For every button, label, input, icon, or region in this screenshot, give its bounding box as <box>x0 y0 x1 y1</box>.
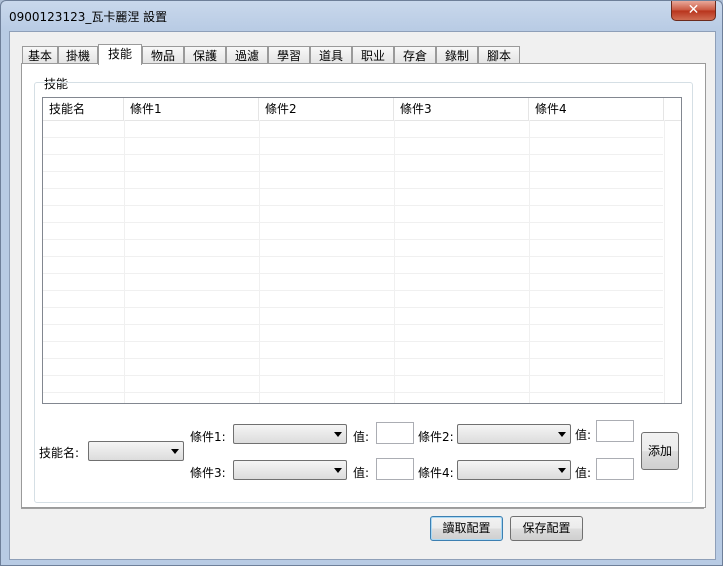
skills-tab-panel: 技能 技能名 條件1 條件2 條件3 條件4 技能名: 條件1: 值: 條件2:… <box>21 63 706 508</box>
column-skill-name[interactable]: 技能名 <box>43 98 124 120</box>
value-4-label: 值: <box>575 466 592 480</box>
value-1-label: 值: <box>353 430 370 444</box>
skill-name-label: 技能名: <box>39 446 80 460</box>
tab-script[interactable]: 腳本 <box>478 46 520 64</box>
tab-storage[interactable]: 存倉 <box>394 46 436 64</box>
skills-list-header: 技能名 條件1 條件2 條件3 條件4 <box>43 98 681 121</box>
list-item <box>43 358 663 376</box>
skill-name-select[interactable] <box>88 441 184 461</box>
list-item <box>43 375 663 393</box>
list-item <box>43 205 663 223</box>
list-item <box>43 137 663 155</box>
value-3-label: 值: <box>353 466 370 480</box>
value-2-label: 值: <box>575 428 592 442</box>
close-icon: ✕ <box>687 2 700 18</box>
condition-1-select[interactable] <box>233 424 347 444</box>
list-item <box>43 273 663 291</box>
chevron-down-icon <box>334 468 342 473</box>
tab-idle[interactable]: 掛機 <box>58 46 98 64</box>
save-config-button[interactable]: 保存配置 <box>510 516 583 541</box>
settings-window: 0900123123_瓦卡麗涅 設置 ✕ 基本 掛機 技能 物品 保護 過濾 學… <box>0 0 723 566</box>
window-title: 0900123123_瓦卡麗涅 設置 <box>9 10 168 24</box>
list-item <box>43 239 663 257</box>
condition-2-select[interactable] <box>457 424 571 444</box>
tab-items[interactable]: 物品 <box>142 46 184 64</box>
column-condition-2[interactable]: 條件2 <box>259 98 394 120</box>
value-4-input[interactable] <box>596 458 634 480</box>
tab-skills[interactable]: 技能 <box>98 44 142 65</box>
tab-props[interactable]: 道具 <box>310 46 352 64</box>
grid-line <box>664 120 665 403</box>
list-item <box>43 307 663 325</box>
list-item <box>43 256 663 274</box>
condition-4-select[interactable] <box>457 460 571 480</box>
skills-group: 技能名 條件1 條件2 條件3 條件4 技能名: 條件1: 值: 條件2: 值:… <box>34 82 693 503</box>
skills-list[interactable]: 技能名 條件1 條件2 條件3 條件4 <box>42 97 682 404</box>
condition-1-label: 條件1: <box>190 430 226 444</box>
column-condition-4[interactable]: 條件4 <box>529 98 664 120</box>
list-item <box>43 154 663 172</box>
divider <box>21 508 704 509</box>
tab-class[interactable]: 职业 <box>352 46 394 64</box>
list-item <box>43 188 663 206</box>
list-item <box>43 120 663 138</box>
close-button[interactable]: ✕ <box>671 1 716 21</box>
value-2-input[interactable] <box>596 420 634 442</box>
tab-record[interactable]: 錄制 <box>436 46 478 64</box>
condition-4-label: 條件4: <box>418 466 454 480</box>
column-condition-3[interactable]: 條件3 <box>394 98 529 120</box>
add-button[interactable]: 添加 <box>641 432 679 470</box>
tab-protect[interactable]: 保護 <box>184 46 226 64</box>
list-item <box>43 341 663 359</box>
tab-filter[interactable]: 過濾 <box>226 46 268 64</box>
column-condition-1[interactable]: 條件1 <box>124 98 259 120</box>
load-config-button[interactable]: 讀取配置 <box>430 516 503 541</box>
chevron-down-icon <box>334 432 342 437</box>
client-area: 基本 掛機 技能 物品 保護 過濾 學習 道具 职业 存倉 錄制 腳本 技能 技… <box>9 31 716 560</box>
tab-learn[interactable]: 學習 <box>268 46 310 64</box>
value-1-input[interactable] <box>376 422 414 444</box>
chevron-down-icon <box>558 432 566 437</box>
condition-2-label: 條件2: <box>418 430 454 444</box>
chevron-down-icon <box>171 449 179 454</box>
tab-basic[interactable]: 基本 <box>22 46 58 64</box>
condition-3-label: 條件3: <box>190 466 226 480</box>
list-item <box>43 171 663 189</box>
chevron-down-icon <box>558 468 566 473</box>
value-3-input[interactable] <box>376 458 414 480</box>
list-item <box>43 290 663 308</box>
list-item <box>43 324 663 342</box>
condition-3-select[interactable] <box>233 460 347 480</box>
list-item <box>43 222 663 240</box>
